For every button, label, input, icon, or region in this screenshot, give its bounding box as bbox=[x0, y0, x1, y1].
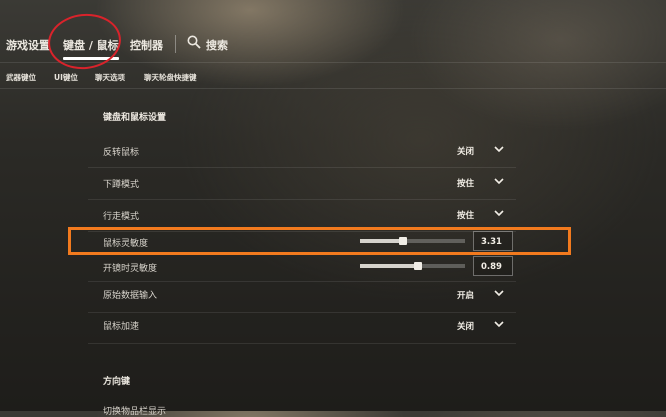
setting-value[interactable]: 按住 bbox=[457, 177, 474, 189]
setting-row-mouse-acceleration[interactable]: 鼠标加速 关闭 bbox=[88, 312, 516, 344]
setting-label: 原始数据输入 bbox=[103, 291, 158, 301]
annotation-highlight-box bbox=[68, 227, 571, 255]
scope-sensitivity-slider[interactable] bbox=[360, 262, 465, 270]
setting-label: 鼠标加速 bbox=[103, 322, 140, 332]
setting-label: 反转鼠标 bbox=[103, 148, 140, 158]
setting-label: 开镜时灵敏度 bbox=[103, 264, 158, 274]
setting-row-scope-sensitivity[interactable]: 开镜时灵敏度 0.89 bbox=[88, 254, 516, 282]
chevron-down-icon[interactable] bbox=[494, 320, 504, 328]
setting-label: 行走模式 bbox=[103, 212, 140, 222]
slider-thumb[interactable] bbox=[413, 262, 422, 270]
search-button[interactable]: 搜索 bbox=[206, 37, 228, 53]
search-icon[interactable] bbox=[187, 35, 201, 49]
section-title-keyboard-mouse: 键盘和鼠标设置 bbox=[103, 113, 167, 123]
chevron-down-icon[interactable] bbox=[494, 145, 504, 153]
chevron-down-icon[interactable] bbox=[494, 177, 504, 185]
chevron-down-icon[interactable] bbox=[494, 289, 504, 297]
tab-game-settings[interactable]: 游戏设置 bbox=[6, 37, 50, 53]
chevron-down-icon[interactable] bbox=[494, 209, 504, 217]
setting-row-invert-mouse[interactable]: 反转鼠标 关闭 bbox=[88, 136, 516, 168]
slider-fill bbox=[360, 264, 418, 268]
scope-sensitivity-input[interactable]: 0.89 bbox=[473, 256, 513, 276]
subtab-chat-wheel[interactable]: 聊天轮盘快捷键 bbox=[144, 72, 197, 83]
subtab-ui-keys[interactable]: UI键位 bbox=[54, 72, 78, 83]
subtab-chat-options[interactable]: 聊天选项 bbox=[95, 72, 125, 83]
setting-value[interactable]: 关闭 bbox=[457, 145, 474, 157]
setting-label: 下蹲模式 bbox=[103, 180, 140, 190]
setting-value[interactable]: 关闭 bbox=[457, 320, 474, 332]
setting-row-crouch-mode[interactable]: 下蹲模式 按住 bbox=[88, 168, 516, 200]
setting-value[interactable]: 开启 bbox=[457, 289, 474, 301]
setting-row-raw-input[interactable]: 原始数据输入 开启 bbox=[88, 281, 516, 313]
tab-controller[interactable]: 控制器 bbox=[130, 37, 163, 53]
setting-value[interactable]: 按住 bbox=[457, 209, 474, 221]
section-title-direction-keys: 方向键 bbox=[103, 377, 131, 387]
nav-divider bbox=[175, 35, 176, 53]
subtab-weapon-keys[interactable]: 武器键位 bbox=[6, 72, 36, 83]
